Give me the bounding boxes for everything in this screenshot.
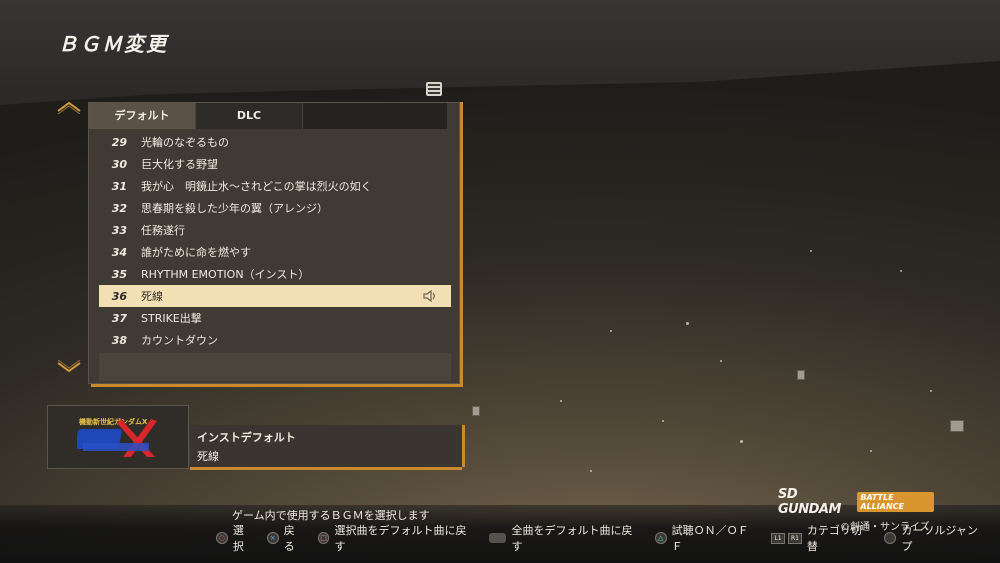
dust-particle — [686, 322, 689, 325]
touchpad-icon — [488, 533, 507, 543]
info-track-title: 死線 — [197, 450, 219, 463]
track-title: 思春期を殺した少年の翼（アレンジ） — [141, 202, 328, 215]
scroll-up-chevron-icon[interactable] — [56, 100, 82, 114]
info-category: インストデフォルト — [197, 431, 296, 444]
game-logo-main: SD GUNDAM — [778, 487, 841, 517]
track-list: 29 光輪のなぞるもの 30 巨大化する野望 31 我が心 明鏡止水～されどこの掌は烈… — [99, 131, 451, 351]
speaker-icon — [423, 289, 435, 303]
track-title: 任務遂行 — [141, 224, 185, 237]
control-label: 選択曲をデフォルト曲に戻す — [334, 524, 467, 553]
debris-chip — [797, 370, 805, 380]
track-number: 31 — [111, 179, 127, 193]
help-text: ゲーム内で使用するＢＧＭを選択します — [232, 509, 430, 522]
control-select[interactable]: ○ 選択 — [216, 522, 255, 554]
track-number: 32 — [111, 201, 127, 215]
game-logo: SD GUNDAM BATTLE ALLIANCE — [778, 487, 934, 517]
control-back[interactable]: × 戻る — [266, 522, 306, 554]
dust-particle — [662, 420, 664, 422]
square-button-icon: □ — [317, 532, 330, 544]
dust-particle — [720, 360, 722, 362]
scroll-down-chevron-icon[interactable] — [56, 360, 82, 374]
track-row-selected[interactable]: 36 死線 — [99, 285, 451, 307]
dust-particle — [930, 390, 932, 392]
logo-caption: 機動新世紀ガンダムX — [79, 417, 148, 426]
track-row[interactable]: 35 RHYTHM EMOTION（インスト） — [99, 263, 451, 285]
track-row[interactable]: 33 任務遂行 — [99, 219, 451, 241]
l1-button-icon: L1 — [771, 532, 785, 544]
tab-default[interactable]: デフォルト — [89, 103, 196, 129]
track-title: カウントダウン — [141, 334, 218, 347]
track-title: RHYTHM EMOTION（インスト） — [141, 268, 310, 281]
track-number: 36 — [111, 289, 127, 303]
control-reset-all[interactable]: 全曲をデフォルト曲に戻す — [488, 522, 643, 554]
copyright-text: ©創通・サンライズ — [840, 522, 930, 533]
dust-particle — [590, 470, 592, 472]
list-view-icon[interactable] — [426, 82, 442, 96]
dust-particle — [560, 400, 562, 402]
track-number: 35 — [111, 267, 127, 281]
control-label: 選択 — [232, 524, 244, 553]
cross-button-icon: × — [266, 532, 279, 544]
track-number: 34 — [111, 245, 127, 259]
series-logo: 機動新世紀ガンダムX — [47, 405, 189, 469]
dust-particle — [870, 450, 872, 452]
dust-particle — [900, 270, 902, 272]
dust-particle — [740, 440, 743, 443]
r1-button-icon: R1 — [788, 532, 802, 544]
track-row[interactable]: 37 STRIKE出撃 — [99, 307, 451, 329]
track-number: 37 — [111, 311, 127, 325]
track-row[interactable]: 31 我が心 明鏡止水～されどこの掌は烈火の如く — [99, 175, 451, 197]
triangle-button-icon: △ — [654, 532, 667, 544]
track-number: 38 — [111, 333, 127, 347]
track-title: 誰がために命を燃やす — [141, 246, 251, 259]
track-row[interactable]: 32 思春期を殺した少年の翼（アレンジ） — [99, 197, 451, 219]
tab-dlc[interactable]: DLC — [196, 103, 303, 129]
dust-particle — [610, 330, 612, 332]
control-preview[interactable]: △ 試聴ＯＮ／ＯＦＦ — [654, 522, 759, 554]
control-label: 戻る — [283, 524, 295, 553]
circle-button-icon: ○ — [216, 532, 228, 544]
gundam-x-logo-icon: 機動新世紀ガンダムX — [77, 417, 157, 457]
track-title: STRIKE出撃 — [141, 312, 202, 325]
track-number: 29 — [111, 135, 127, 149]
track-row[interactable]: 29 光輪のなぞるもの — [99, 131, 451, 153]
track-title: 我が心 明鏡止水～されどこの掌は烈火の如く — [141, 180, 372, 193]
control-reset-selected[interactable]: □ 選択曲をデフォルト曲に戻す — [317, 522, 477, 554]
stick-button-icon — [884, 532, 897, 544]
control-label: 全曲をデフォルト曲に戻す — [511, 524, 633, 553]
page-title: ＢＧＭ変更 — [58, 32, 168, 56]
game-logo-sub: BATTLE ALLIANCE — [857, 492, 934, 512]
dust-particle — [810, 250, 812, 252]
track-number: 33 — [111, 223, 127, 237]
debris-chip — [472, 406, 480, 416]
track-row[interactable]: 34 誰がために命を燃やす — [99, 241, 451, 263]
track-title: 光輪のなぞるもの — [141, 136, 229, 149]
track-row[interactable]: 38 カウントダウン — [99, 329, 451, 351]
debris-chip — [950, 420, 964, 432]
panel-footer — [99, 353, 451, 381]
category-tabs: デフォルト DLC — [89, 103, 447, 129]
bgm-list-panel: デフォルト DLC 29 光輪のなぞるもの 30 巨大化する野望 31 我が心 明鏡止… — [88, 102, 460, 384]
track-title: 巨大化する野望 — [141, 158, 218, 171]
track-title: 死線 — [141, 290, 163, 303]
control-label: 試聴ＯＮ／ＯＦＦ — [671, 524, 749, 553]
track-number: 30 — [111, 157, 127, 171]
selected-track-info: インストデフォルト 死線 — [190, 425, 462, 467]
track-row[interactable]: 30 巨大化する野望 — [99, 153, 451, 175]
